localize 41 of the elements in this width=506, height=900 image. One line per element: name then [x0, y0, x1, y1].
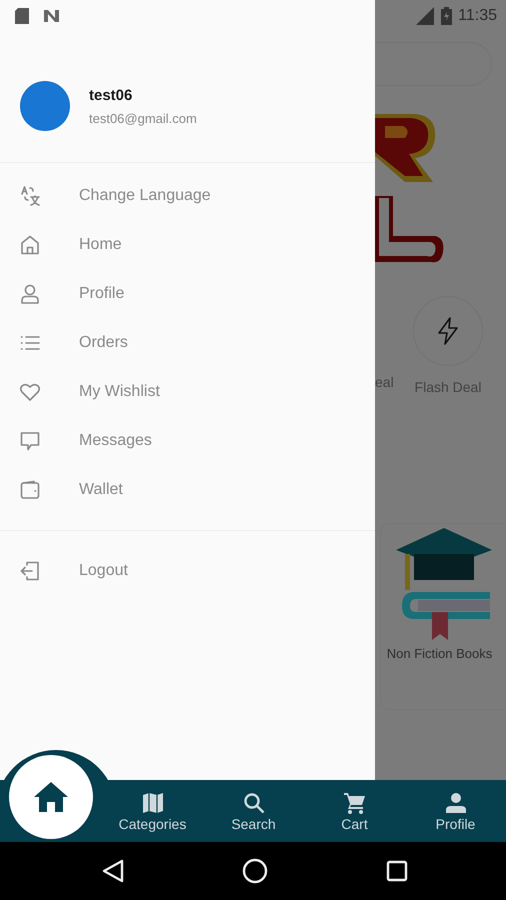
home-icon: [33, 781, 69, 813]
clock-time: 11:35: [458, 7, 497, 25]
menu-item[interactable]: My Wishlist: [0, 367, 160, 416]
nav-tab[interactable]: Search: [203, 780, 304, 842]
nav-tab[interactable]: Profile: [405, 780, 506, 842]
avatar: [20, 81, 70, 131]
category-label: Non Fiction Books: [386, 646, 492, 661]
user-name: test06: [89, 86, 134, 104]
home-button[interactable]: [9, 755, 93, 839]
deal-label: Flash Deal: [414, 379, 482, 395]
deal-label: eal: [375, 374, 395, 390]
category-card[interactable]: Non Fiction Books: [380, 523, 506, 710]
battery-icon: [441, 7, 452, 25]
menu-item[interactable]: Orders: [0, 318, 128, 367]
home-icon: [19, 234, 41, 256]
translate-icon: [19, 184, 41, 206]
square-icon: [386, 860, 408, 882]
circle-icon: [242, 858, 268, 884]
menu-item[interactable]: Change Language: [0, 171, 211, 220]
deal-button[interactable]: [413, 296, 483, 366]
logout-icon: [19, 560, 41, 582]
chat-icon: [19, 430, 41, 452]
wallet-icon: [19, 478, 41, 500]
person-icon: [444, 790, 468, 814]
person-icon: [19, 282, 41, 304]
menu-item[interactable]: Home: [0, 220, 122, 269]
menu-item[interactable]: Messages: [0, 416, 152, 465]
user-email: test06@gmail.com: [89, 110, 197, 126]
nav-tab[interactable]: Cart: [304, 780, 405, 842]
signal-icon: [415, 7, 436, 25]
cart-icon: [342, 790, 366, 814]
nav-tab[interactable]: Categories: [102, 780, 203, 842]
back-icon: [102, 859, 124, 883]
sd-card-icon: [15, 8, 29, 24]
menu-item[interactable]: Wallet: [0, 465, 123, 514]
n-logo-icon: [43, 9, 60, 23]
lightning-icon: [437, 317, 459, 345]
map-icon: [140, 790, 164, 814]
menu-item[interactable]: Logout: [0, 546, 128, 595]
menu-item[interactable]: Profile: [0, 269, 124, 318]
search-icon: [242, 790, 266, 814]
